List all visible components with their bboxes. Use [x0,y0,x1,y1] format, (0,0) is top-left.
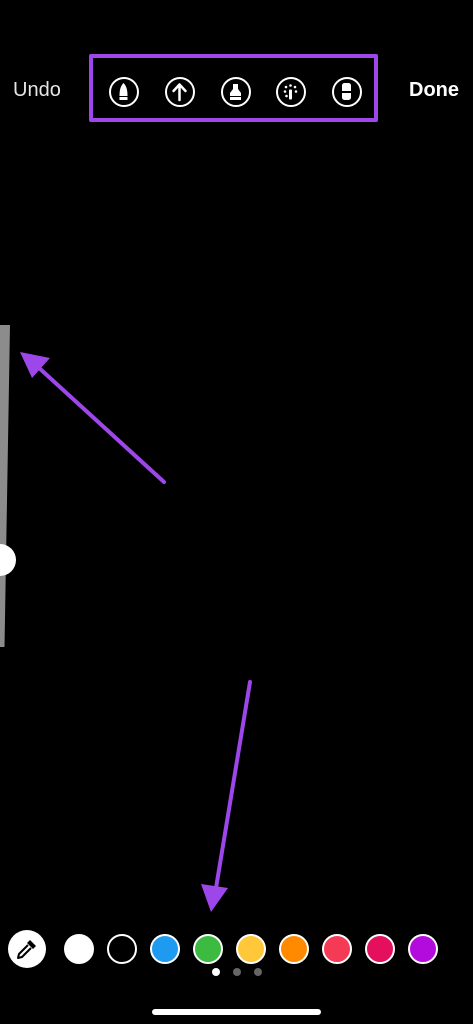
palette-page-indicator [0,968,473,978]
page-dot-3[interactable] [254,968,262,976]
color-swatch-black[interactable] [107,934,137,964]
page-dot-2[interactable] [233,968,241,976]
color-swatch-white[interactable] [64,934,94,964]
color-swatch-pink[interactable] [365,934,395,964]
done-button[interactable]: Done [409,78,459,102]
brush-tools-highlight [89,54,378,122]
color-swatch-blue[interactable] [150,934,180,964]
home-indicator[interactable] [152,1009,321,1015]
eyedropper-button[interactable] [8,930,46,968]
arrow-icon [172,83,187,102]
brush-size-slider-handle[interactable] [0,544,16,576]
marker-icon [230,84,241,100]
pen-tool-button[interactable] [109,77,139,107]
annotation-arrow-to-slider [20,352,166,484]
color-swatch-red[interactable] [322,934,352,964]
marker-tool-button[interactable] [221,77,251,107]
arrow-tool-button[interactable] [165,77,195,107]
eraser-icon [342,83,351,100]
eraser-tool-button[interactable] [332,77,362,107]
color-swatch-green[interactable] [193,934,223,964]
neon-pen-icon [283,84,298,100]
eyedropper-icon [17,940,36,959]
annotation-arrow-to-palette [201,680,252,912]
pen-icon [119,83,128,100]
color-swatch-purple[interactable] [408,934,438,964]
color-swatch-yellow[interactable] [236,934,266,964]
brush-size-slider[interactable] [0,325,10,647]
page-dot-1[interactable] [212,968,220,976]
neon-tool-button[interactable] [276,77,306,107]
color-palette [8,930,438,968]
annotation-arrows [20,352,252,912]
color-swatch-orange[interactable] [279,934,309,964]
undo-button[interactable]: Undo [13,78,61,102]
